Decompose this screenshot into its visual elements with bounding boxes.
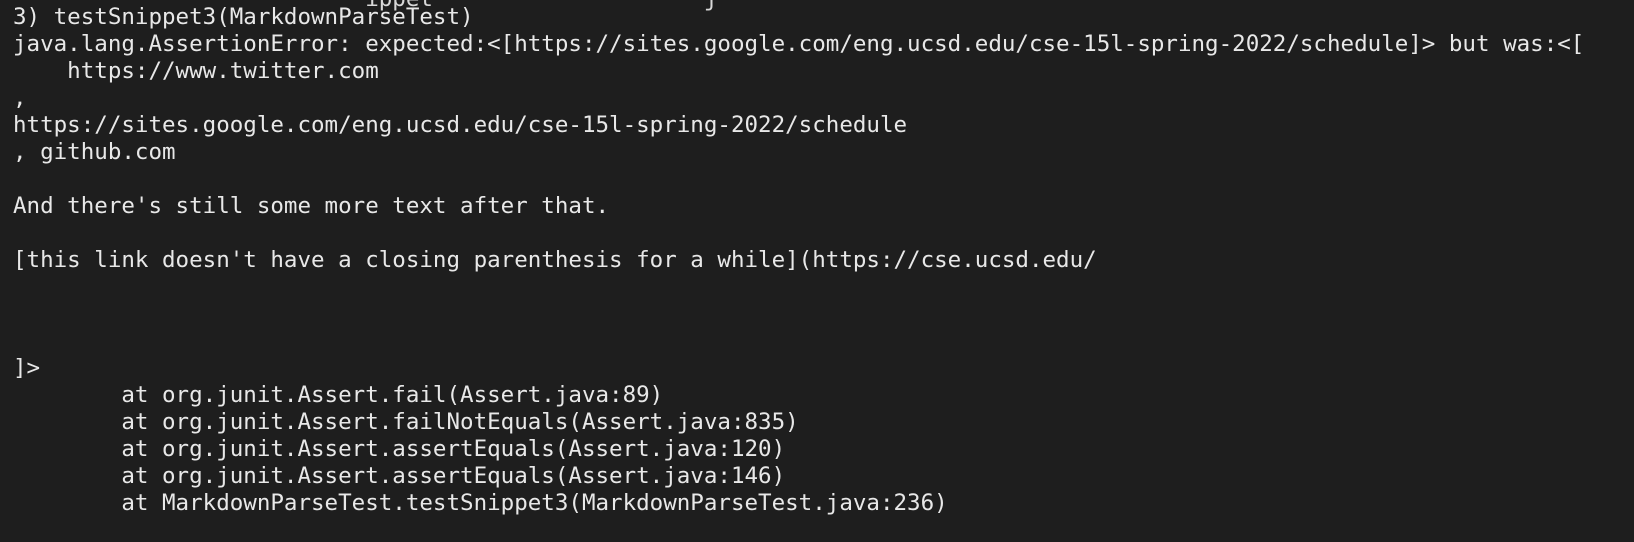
- stack-trace-line: at org.junit.Assert.failNotEquals(Assert…: [13, 409, 799, 435]
- stack-trace-line: at org.junit.Assert.assertEquals(Assert.…: [13, 463, 786, 489]
- output-line: , github.com: [13, 139, 176, 165]
- stack-trace-line: at MarkdownParseTest.testSnippet3(Markdo…: [13, 490, 948, 516]
- output-line: https://www.twitter.com: [13, 58, 379, 84]
- output-line: ,: [13, 85, 27, 111]
- stack-trace-line: at org.junit.Assert.assertEquals(Assert.…: [13, 436, 786, 462]
- output-line: ]>: [13, 355, 41, 381]
- assertion-error-line: java.lang.AssertionError: expected:<[htt…: [13, 31, 1585, 57]
- output-line: And there's still some more text after t…: [13, 193, 610, 219]
- output-line: https://sites.google.com/eng.ucsd.edu/cs…: [13, 112, 908, 138]
- stack-trace-line: at org.junit.Assert.fail(Assert.java:89): [13, 382, 664, 408]
- output-line: [this link doesn't have a closing parent…: [13, 247, 1097, 273]
- test-failure-header: 3) testSnippet3(MarkdownParseTest): [13, 4, 474, 30]
- terminal-output[interactable]: ippet j 3) testSnippet3(MarkdownParseTes…: [0, 0, 1634, 542]
